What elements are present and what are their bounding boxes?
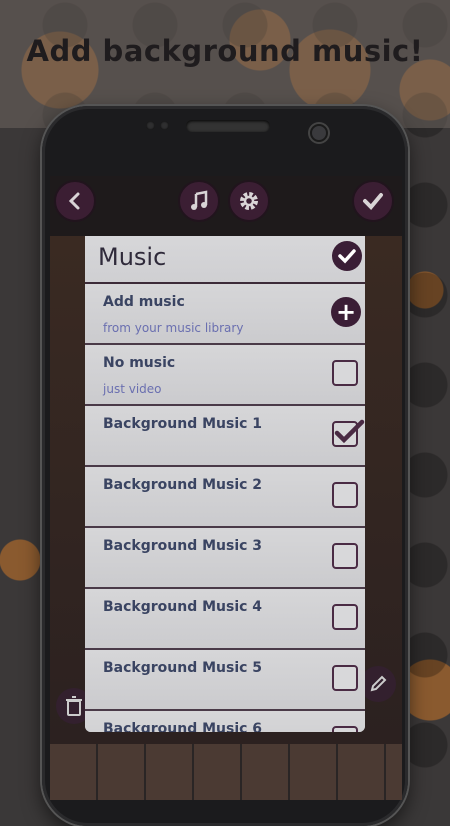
music-option-row[interactable]: Add music from your music library + <box>85 284 365 345</box>
music-panel-title: Music <box>98 243 167 271</box>
music-option-title: Background Music 3 <box>103 538 263 554</box>
music-option-title: Background Music 5 <box>103 660 263 676</box>
music-option-row[interactable]: Background Music 2 <box>85 467 365 528</box>
sensor-icon <box>146 121 155 130</box>
music-note-icon <box>191 190 208 210</box>
music-panel: Music Add music from your music library + N… <box>85 236 365 732</box>
settings-button[interactable] <box>228 180 270 222</box>
video-thumbnail-strip[interactable] <box>50 744 402 800</box>
music-panel-header: Music <box>85 236 365 284</box>
checkbox-checked[interactable] <box>332 419 365 447</box>
music-option-row[interactable]: Background Music 4 <box>85 589 365 650</box>
music-option-subtitle: just video <box>103 382 162 396</box>
music-option-title: Background Music 1 <box>103 416 263 432</box>
speaker-grille <box>186 120 270 132</box>
panel-confirm-button[interactable] <box>332 241 362 271</box>
confirm-button[interactable] <box>352 180 394 222</box>
back-button[interactable] <box>54 180 96 222</box>
checkbox[interactable] <box>332 604 358 630</box>
phone-top-bezel <box>42 106 408 178</box>
music-option-title: Background Music 6 <box>103 721 263 732</box>
add-music-button[interactable]: + <box>331 297 361 327</box>
checkbox[interactable] <box>332 360 358 386</box>
pencil-icon <box>370 675 387 692</box>
music-option-subtitle: from your music library <box>103 321 244 335</box>
gear-icon <box>240 192 258 210</box>
checkbox[interactable] <box>332 665 358 691</box>
chevron-left-icon <box>68 192 80 210</box>
checkbox[interactable] <box>332 543 358 569</box>
music-option-title: No music <box>103 355 176 371</box>
top-toolbar <box>50 176 402 226</box>
music-option-list: Add music from your music library + No musi… <box>85 284 365 732</box>
music-option-title: Background Music 4 <box>103 599 263 615</box>
edit-button[interactable] <box>360 666 396 702</box>
music-option-row[interactable]: Background Music 6 <box>85 711 365 732</box>
music-option-title: Add music <box>103 294 185 310</box>
checkbox[interactable] <box>332 726 358 732</box>
checkbox[interactable] <box>332 482 358 508</box>
headline: Add background music! <box>26 34 424 68</box>
sensor-icon <box>160 121 169 130</box>
music-option-row[interactable]: Background Music 5 <box>85 650 365 711</box>
music-button[interactable] <box>178 180 220 222</box>
music-option-row[interactable]: Background Music 3 <box>85 528 365 589</box>
music-option-row[interactable]: Background Music 1 <box>85 406 365 467</box>
front-camera-icon <box>310 124 328 142</box>
checkmark-icon <box>363 193 383 210</box>
music-option-row[interactable]: No music just video <box>85 345 365 406</box>
music-option-title: Background Music 2 <box>103 477 263 493</box>
trash-icon <box>66 696 82 716</box>
checkmark-icon <box>334 419 365 444</box>
checkmark-icon <box>338 249 356 264</box>
